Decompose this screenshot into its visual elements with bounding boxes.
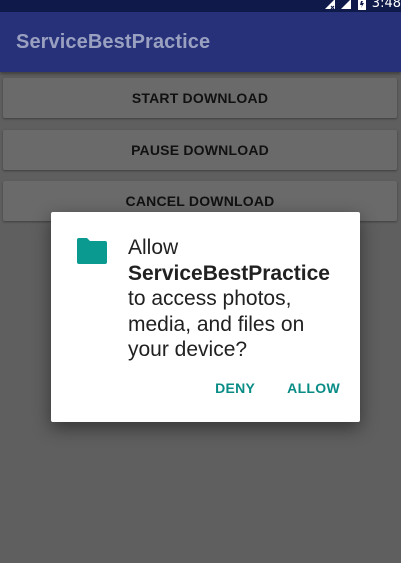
permission-dialog: Allow ServiceBestPractice to access phot… (51, 212, 360, 422)
status-icons: 3:48 (324, 0, 401, 12)
status-bar: 3:48 (0, 0, 401, 12)
battery-icon (357, 0, 366, 10)
status-time: 3:48 (371, 0, 401, 11)
no-data-icon (324, 0, 335, 10)
app-bar: ServiceBestPractice (0, 12, 401, 72)
start-download-button[interactable]: START DOWNLOAD (3, 78, 397, 118)
allow-button[interactable]: ALLOW (287, 380, 340, 396)
folder-icon (77, 238, 107, 264)
dialog-actions: DENY ALLOW (215, 380, 340, 396)
cell-signal-icon (340, 0, 351, 9)
deny-button[interactable]: DENY (215, 380, 255, 396)
permission-message: Allow ServiceBestPractice to access phot… (128, 235, 348, 363)
message-app-name: ServiceBestPractice (128, 261, 330, 285)
app-title: ServiceBestPractice (16, 31, 211, 53)
message-prefix: Allow (128, 236, 179, 259)
pause-download-button[interactable]: PAUSE DOWNLOAD (3, 130, 397, 170)
message-suffix: to access photos, media, and files on yo… (128, 287, 305, 361)
